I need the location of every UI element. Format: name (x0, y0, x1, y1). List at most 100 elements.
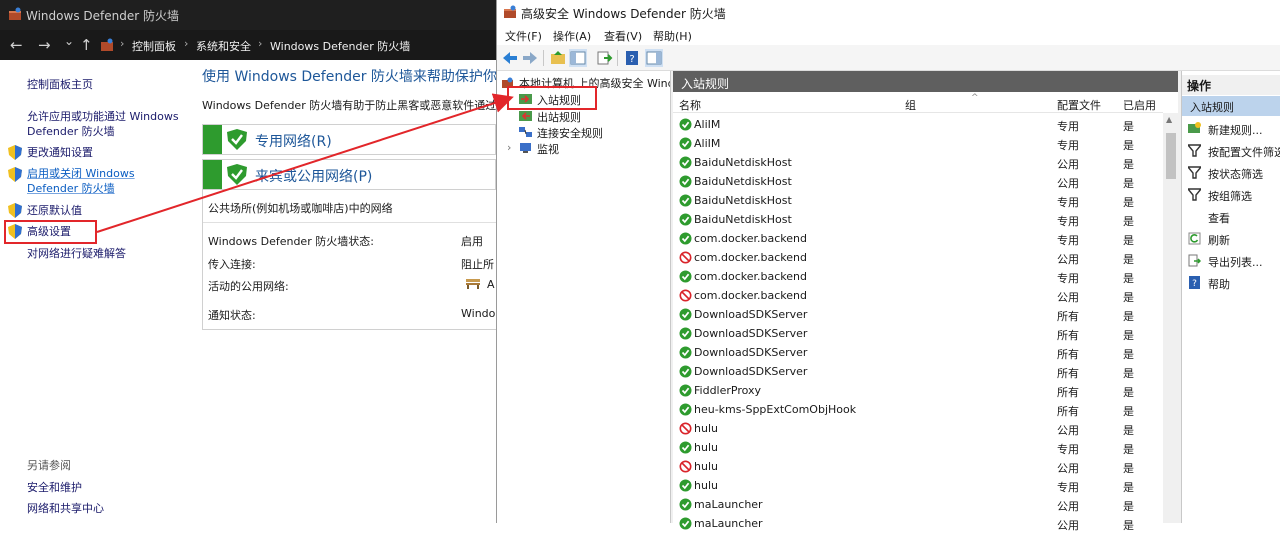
rule-enabled: 是 (1123, 253, 1134, 266)
tree-expander-icon[interactable]: › (507, 141, 511, 154)
breadcrumb-firewall[interactable]: Windows Defender 防火墙 (270, 38, 410, 54)
toggle-firewall-link-line1[interactable]: 启用或关闭 Windows (27, 167, 135, 181)
table-row[interactable]: hulu 专用 是 (673, 477, 1163, 496)
table-row[interactable]: com.docker.backend 专用 是 (673, 230, 1163, 249)
status-bar-green (203, 125, 222, 154)
block-rule-icon (679, 251, 692, 264)
security-maintenance-link[interactable]: 安全和维护 (27, 481, 82, 495)
table-row[interactable]: BaiduNetdiskHost 专用 是 (673, 192, 1163, 211)
rule-enabled: 是 (1123, 481, 1134, 494)
actions-section-inbound[interactable]: 入站规则 (1182, 96, 1280, 116)
table-row[interactable]: DownloadSDKServer 所有 是 (673, 363, 1163, 382)
back-icon[interactable] (501, 49, 519, 67)
action-filter-state[interactable]: 按状态筛选 (1182, 163, 1280, 183)
table-row[interactable]: BaiduNetdiskHost 公用 是 (673, 154, 1163, 173)
table-row[interactable]: DownloadSDKServer 所有 是 (673, 306, 1163, 325)
menu-help[interactable]: 帮助(H) (653, 28, 692, 44)
allow-app-link-line1[interactable]: 允许应用或功能通过 Windows (27, 110, 179, 124)
action-filter-profile[interactable]: 按配置文件筛选 (1182, 141, 1280, 161)
network-sharing-link[interactable]: 网络和共享中心 (27, 502, 104, 516)
scroll-up-icon[interactable]: ▲ (1166, 115, 1172, 124)
rule-enabled: 是 (1123, 158, 1134, 171)
table-row[interactable]: com.docker.backend 公用 是 (673, 287, 1163, 306)
table-row[interactable]: hulu 公用 是 (673, 458, 1163, 477)
show-tree-icon[interactable] (569, 49, 587, 67)
action-help[interactable]: ? 帮助 (1182, 273, 1280, 293)
table-row[interactable]: BaiduNetdiskHost 专用 是 (673, 211, 1163, 230)
status-value: 启用 (461, 235, 483, 248)
cp-home-link[interactable]: 控制面板主页 (27, 78, 93, 92)
table-row[interactable]: heu-kms-SppExtComObjHook 所有 是 (673, 401, 1163, 420)
up-folder-icon[interactable] (549, 49, 567, 67)
rule-profile: 公用 (1057, 253, 1079, 266)
table-row[interactable]: AliIM 专用 是 (673, 116, 1163, 135)
rule-enabled: 是 (1123, 139, 1134, 152)
allow-app-link-line2[interactable]: Defender 防火墙 (27, 125, 115, 139)
scrollbar-thumb[interactable] (1166, 133, 1176, 179)
forward-arrow-icon[interactable]: → (38, 36, 51, 54)
chevron-down-icon[interactable]: ⌄ (64, 34, 74, 48)
table-row[interactable]: AliIM 专用 是 (673, 135, 1163, 154)
action-view[interactable]: 查看 (1182, 207, 1280, 227)
tree-connection-security[interactable]: 连接安全规则 (537, 125, 603, 141)
rule-name: BaiduNetdiskHost (694, 213, 792, 226)
action-label: 按状态筛选 (1208, 168, 1263, 181)
allow-rule-icon (679, 156, 692, 169)
action-label: 刷新 (1208, 234, 1230, 247)
show-action-pane-icon[interactable] (645, 49, 663, 67)
table-row[interactable]: FiddlerProxy 所有 是 (673, 382, 1163, 401)
rule-profile: 公用 (1057, 291, 1079, 304)
rule-name: com.docker.backend (694, 251, 807, 264)
menu-file[interactable]: 文件(F) (505, 28, 542, 44)
public-network-section[interactable]: 来宾或公用网络(P) (202, 159, 496, 190)
action-new-rule[interactable]: 新建规则... (1182, 119, 1280, 139)
table-row[interactable]: maLauncher 公用 是 (673, 515, 1163, 534)
status-bar-green (203, 160, 222, 189)
change-notify-link[interactable]: 更改通知设置 (27, 146, 93, 160)
rule-profile: 专用 (1057, 481, 1079, 494)
breadcrumb-system-security[interactable]: 系统和安全 (196, 38, 251, 54)
allow-rule-icon (679, 308, 692, 321)
menu-action[interactable]: 操作(A) (553, 28, 591, 44)
inbound-rules-highlight (507, 86, 597, 110)
menu-view[interactable]: 查看(V) (604, 28, 642, 44)
new-rule-icon (1188, 122, 1201, 133)
table-row[interactable]: BaiduNetdiskHost 公用 是 (673, 173, 1163, 192)
breadcrumb-separator: › (258, 37, 263, 50)
column-group[interactable]: 组 (905, 97, 916, 113)
table-row[interactable]: hulu 公用 是 (673, 420, 1163, 439)
table-row[interactable]: DownloadSDKServer 所有 是 (673, 344, 1163, 363)
troubleshoot-link[interactable]: 对网络进行疑难解答 (27, 247, 126, 261)
divider (203, 222, 497, 223)
firewall-breadcrumb-icon (101, 38, 113, 51)
toggle-firewall-link-line2[interactable]: Defender 防火墙 (27, 182, 115, 196)
action-export-list[interactable]: 导出列表... (1182, 251, 1280, 271)
action-filter-group[interactable]: 按组筛选 (1182, 185, 1280, 205)
see-also-heading: 另请参阅 (27, 459, 71, 472)
tree-outbound-rules[interactable]: 出站规则 (537, 109, 581, 125)
tree-monitor[interactable]: 监视 (537, 141, 559, 157)
action-refresh[interactable]: 刷新 (1182, 229, 1280, 249)
rule-enabled: 是 (1123, 120, 1134, 133)
list-scrollbar[interactable]: ▲ (1163, 113, 1178, 523)
breadcrumb-control-panel[interactable]: 控制面板 (132, 38, 176, 54)
table-row[interactable]: maLauncher 公用 是 (673, 496, 1163, 515)
help-icon[interactable]: ? (623, 49, 641, 67)
rule-profile: 专用 (1057, 234, 1079, 247)
restore-defaults-link[interactable]: 还原默认值 (27, 204, 82, 218)
table-row[interactable]: DownloadSDKServer 所有 是 (673, 325, 1163, 344)
column-enabled[interactable]: 已启用 (1123, 97, 1156, 113)
table-row[interactable]: com.docker.backend 专用 是 (673, 268, 1163, 287)
rule-name: hulu (694, 479, 718, 492)
table-row[interactable]: com.docker.backend 公用 是 (673, 249, 1163, 268)
forward-icon[interactable] (521, 49, 539, 67)
column-name[interactable]: 名称 (679, 97, 701, 113)
up-arrow-icon[interactable]: ↑ (80, 36, 93, 54)
back-arrow-icon[interactable]: ← (10, 36, 23, 54)
rule-name: com.docker.backend (694, 270, 807, 283)
table-row[interactable]: hulu 专用 是 (673, 439, 1163, 458)
allow-rule-icon (679, 137, 692, 150)
private-network-section[interactable]: 专用网络(R) (202, 124, 496, 155)
column-profile[interactable]: 配置文件 (1057, 97, 1101, 113)
export-icon[interactable] (595, 49, 613, 67)
